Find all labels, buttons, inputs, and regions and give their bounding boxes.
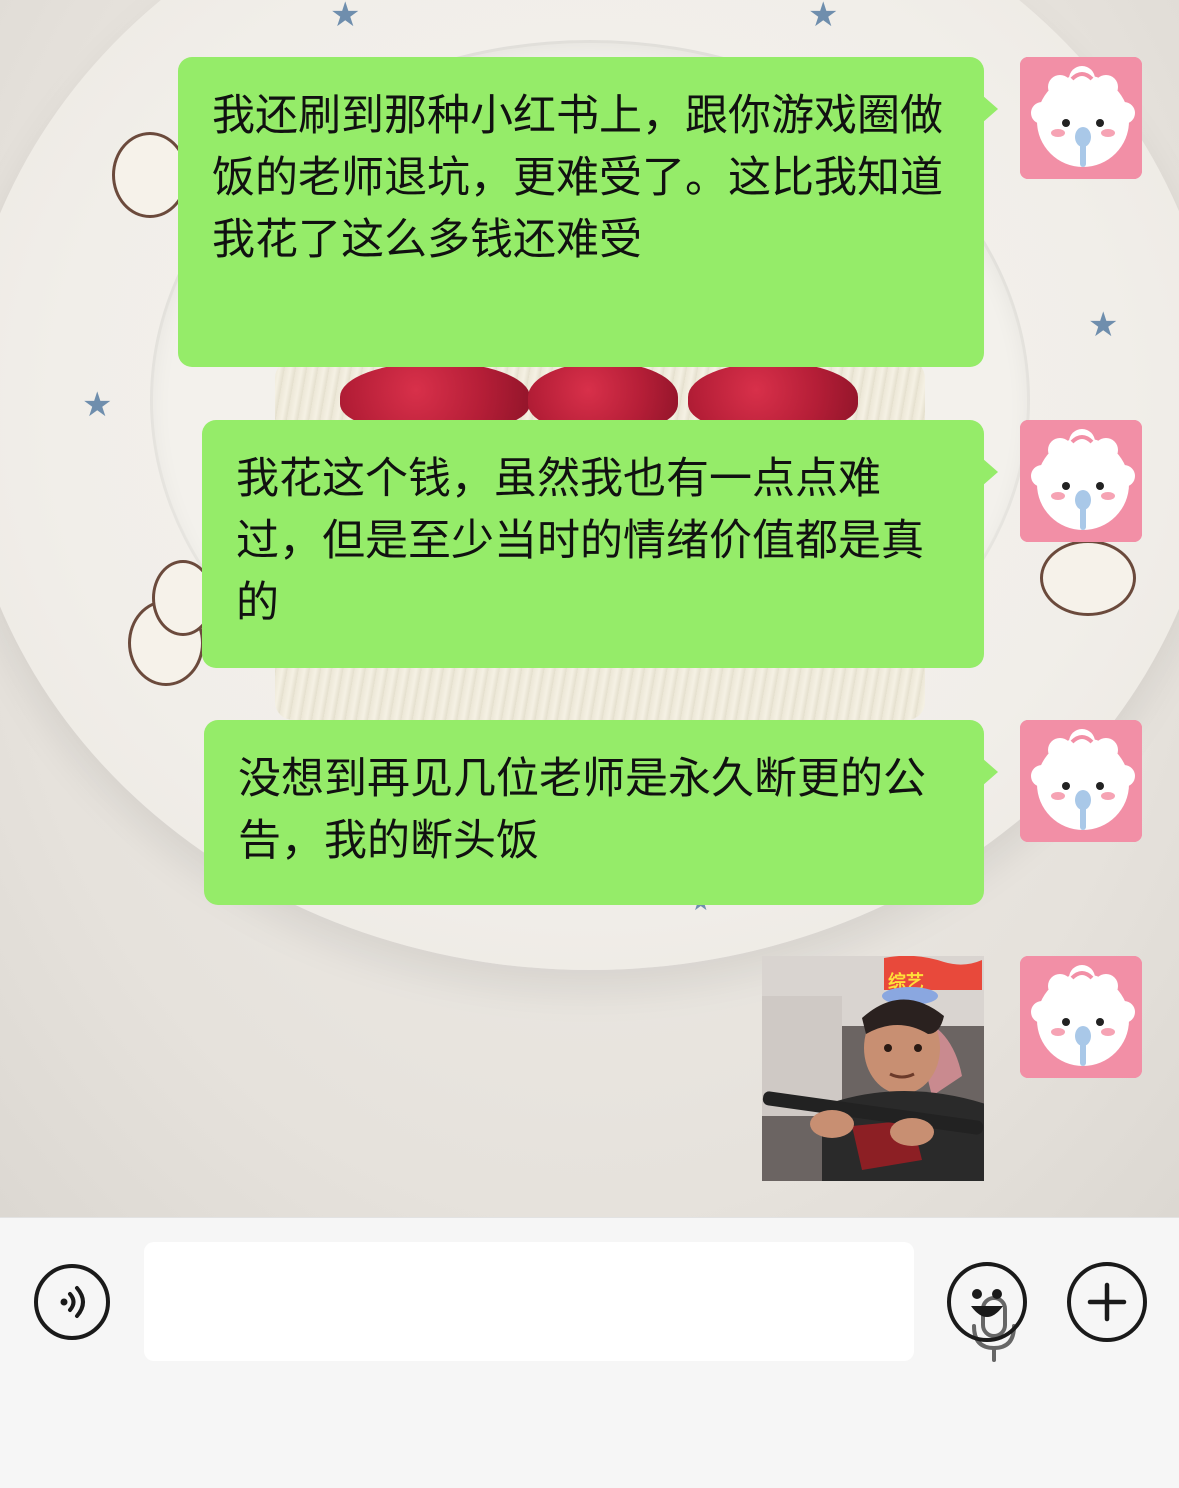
message-bubble[interactable]: 我花这个钱，虽然我也有一点点难过，但是至少当时的情绪价值都是真的 [202,420,998,668]
meme-sticker-image: 综艺 [762,956,984,1181]
message-bubble[interactable]: 没想到再见几位老师是永久断更的公告，我的断头饭 [204,720,998,905]
message-text: 我还刷到那种小红书上，跟你游戏圈做饭的老师退坑，更难受了。这比我知道我花了这么多… [212,91,943,265]
avatar[interactable] [1020,956,1142,1078]
message-input[interactable] [144,1242,1016,1362]
emoji-button[interactable] [947,1262,1027,1342]
more-button[interactable] [1067,1262,1147,1342]
avatar[interactable] [1020,720,1142,842]
cartoon-sheep-avatar-icon [1020,57,1142,179]
avatar[interactable] [1020,57,1142,179]
meme-sticker[interactable]: 综艺 [762,956,984,1181]
emoji-icon [971,1289,1003,1317]
voice-mode-icon [60,1286,85,1318]
voice-mode-button[interactable] [34,1264,110,1340]
cartoon-sheep-avatar-icon [1020,956,1142,1078]
cartoon-sheep-avatar-icon [1020,720,1142,842]
message-text: 我花这个钱，虽然我也有一点点难过，但是至少当时的情绪价值都是真的 [236,454,924,628]
cartoon-sheep-avatar-icon [1020,420,1142,542]
input-bar [0,1217,1179,1488]
message-text: 没想到再见几位老师是永久断更的公告，我的断头饭 [238,754,926,866]
avatar[interactable] [1020,420,1142,542]
plus-icon [1087,1282,1127,1322]
message-bubble[interactable]: 我还刷到那种小红书上，跟你游戏圈做饭的老师退坑，更难受了。这比我知道我花了这么多… [178,57,998,367]
